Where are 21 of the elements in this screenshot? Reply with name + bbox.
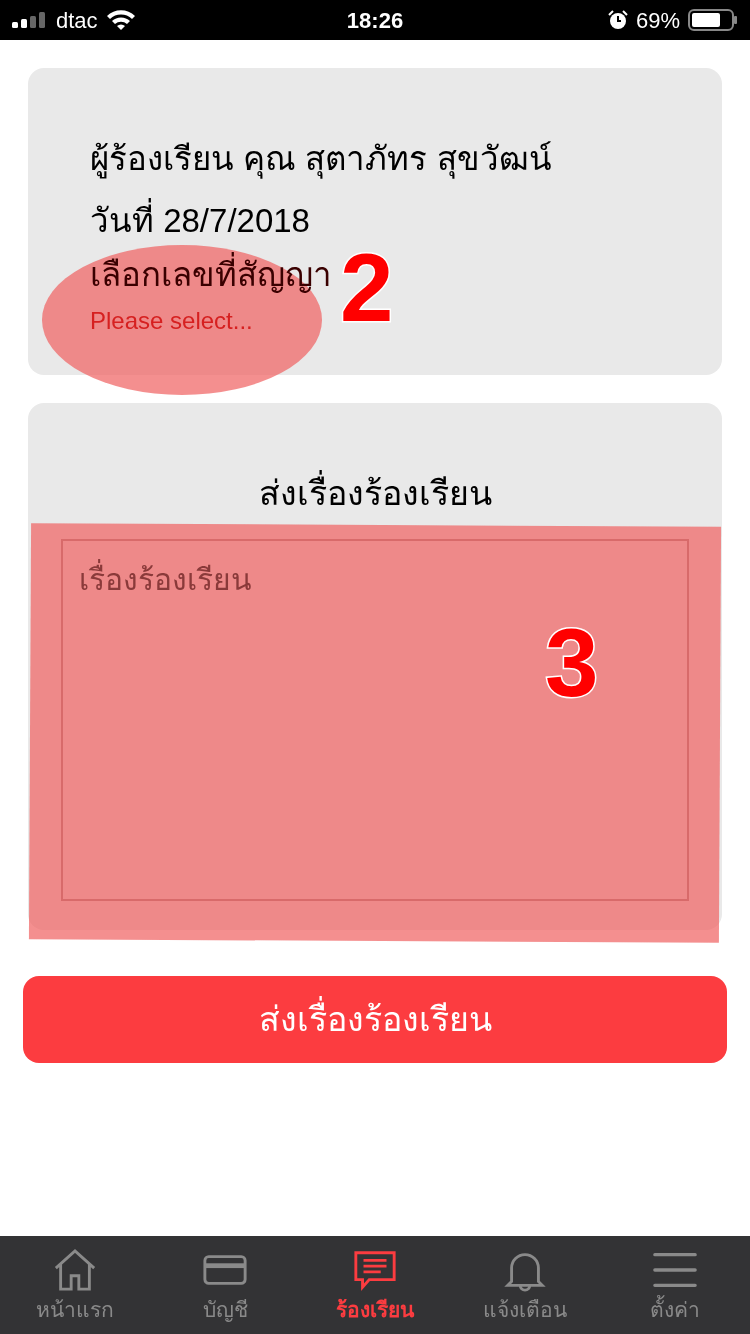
tab-item[interactable]: บัญชี	[150, 1236, 300, 1334]
signal-icon	[12, 12, 48, 28]
battery-icon	[688, 9, 738, 31]
tab-item[interactable]: ตั้งค่า	[600, 1236, 750, 1334]
wifi-icon	[105, 9, 136, 31]
battery-percent: 69%	[635, 6, 680, 35]
contract-label: เลือกเลขที่สัญญา	[90, 252, 332, 298]
clock-time: 18:26	[346, 6, 404, 35]
tab-item[interactable]: แจ้งเตือน	[450, 1236, 600, 1334]
submit-button[interactable]: ส่งเรื่องร้องเรียน	[23, 976, 727, 1063]
annotation-number: 3	[545, 615, 599, 711]
contract-select[interactable]: Please select...	[90, 306, 253, 336]
form-title: ส่งเรื่องร้องเรียน	[258, 469, 492, 517]
alarm-icon	[607, 10, 628, 30]
annotation-number: 2	[340, 240, 394, 336]
complainant-name: ผู้ร้องเรียน คุณ สุตาภัทร สุขวัฒน์	[90, 139, 552, 181]
tab-item[interactable]: ร้องเรียน	[300, 1236, 450, 1334]
carrier-name: dtac	[56, 6, 98, 35]
home-icon	[52, 1247, 98, 1293]
complaint-date: วันที่ 28/7/2018	[90, 190, 310, 252]
tab-item[interactable]: หน้าแรก	[0, 1236, 150, 1334]
